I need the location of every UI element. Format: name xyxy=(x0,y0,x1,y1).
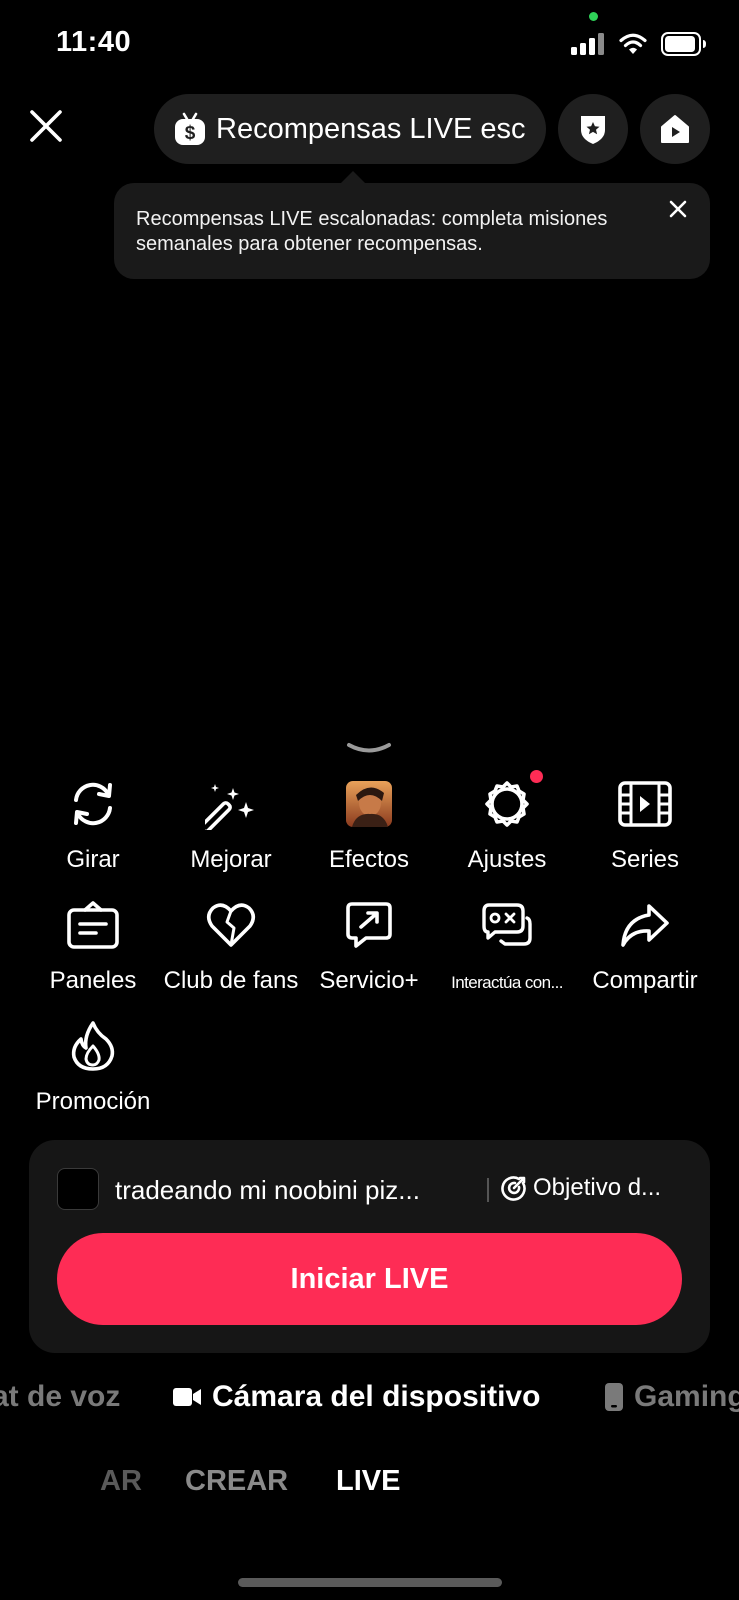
source-tab-label: Cámara del dispositivo xyxy=(212,1380,541,1413)
goal-label: Objetivo d... xyxy=(533,1174,662,1201)
tool-label: Servicio+ xyxy=(319,967,419,994)
tool-interactua[interactable]: Interactúa con... xyxy=(438,897,576,993)
cover-image-button[interactable] xyxy=(57,1168,99,1210)
tool-label: Ajustes xyxy=(467,846,547,873)
dollar-badge-icon: $ xyxy=(175,112,205,145)
tool-promocion[interactable]: Promoción xyxy=(24,1018,162,1116)
tool-paneles[interactable]: Paneles xyxy=(24,897,162,995)
mode-tab-live[interactable]: LIVE xyxy=(336,1465,400,1498)
ranking-button[interactable] xyxy=(558,94,628,164)
home-play-icon xyxy=(661,115,689,143)
tool-girar[interactable]: Girar xyxy=(24,776,162,874)
tool-servicio[interactable]: Servicio+ xyxy=(300,897,438,995)
film-icon xyxy=(617,776,673,832)
game-chat-icon xyxy=(479,897,535,953)
live-setup-panel: tradeando mi noobini piz... Objetivo d..… xyxy=(29,1140,710,1353)
source-tab-device-camera[interactable]: Cámara del dispositivo xyxy=(172,1380,540,1414)
collapse-chevron-icon[interactable] xyxy=(346,742,392,756)
source-tab-gaming[interactable]: Gaming xyxy=(604,1380,739,1414)
tool-label: Series xyxy=(610,846,680,873)
divider xyxy=(487,1178,489,1202)
tool-series[interactable]: Series xyxy=(576,776,714,874)
mode-tab-crear[interactable]: CREAR xyxy=(185,1465,288,1498)
mode-tab-ar[interactable]: AR xyxy=(100,1465,142,1498)
panel-icon xyxy=(65,897,121,953)
heart-icon xyxy=(203,897,259,953)
magic-wand-icon xyxy=(203,776,259,832)
home-indicator[interactable] xyxy=(238,1578,502,1587)
tool-label: Mejorar xyxy=(190,846,272,873)
rewards-pill-label: Recompensas LIVE esc xyxy=(216,112,526,145)
tooltip-close-button[interactable] xyxy=(666,197,690,221)
close-icon xyxy=(669,200,687,218)
status-bar: 11:40 xyxy=(0,0,739,90)
share-arrow-icon xyxy=(617,897,673,953)
tool-club-de-fans[interactable]: Club de fans xyxy=(162,897,300,995)
tool-label: Club de fans xyxy=(163,967,299,994)
rotate-icon xyxy=(65,776,121,832)
signal-icon xyxy=(571,33,604,55)
live-title-input[interactable]: tradeando mi noobini piz... xyxy=(115,1175,420,1206)
tool-label: Promoción xyxy=(35,1088,151,1115)
notification-dot xyxy=(530,770,543,783)
source-tab-label: at de voz xyxy=(0,1380,121,1413)
tool-label: Interactúa con... xyxy=(451,973,563,992)
battery-icon xyxy=(661,32,706,56)
rewards-pill-button[interactable]: $ Recompensas LIVE esc xyxy=(154,94,546,164)
tool-label: Compartir xyxy=(592,967,698,994)
wifi-icon xyxy=(619,33,647,54)
source-tab-voice-chat[interactable]: at de voz xyxy=(0,1380,120,1414)
phone-icon xyxy=(605,1383,623,1411)
share-box-icon xyxy=(341,897,397,953)
tool-label: Paneles xyxy=(49,967,137,994)
flame-icon xyxy=(65,1018,121,1074)
privacy-indicator-dot xyxy=(589,12,598,21)
tool-compartir[interactable]: Compartir xyxy=(576,897,714,995)
target-icon xyxy=(501,1176,526,1201)
status-time: 11:40 xyxy=(56,26,132,58)
close-icon xyxy=(30,110,62,142)
tool-ajustes[interactable]: Ajustes xyxy=(438,770,576,874)
shield-star-icon xyxy=(581,116,605,144)
tool-efectos[interactable]: Efectos xyxy=(300,776,438,874)
status-icons xyxy=(571,32,707,56)
source-tab-label: Gaming xyxy=(634,1380,739,1413)
goal-button[interactable]: Objetivo d... xyxy=(501,1174,661,1202)
gear-icon xyxy=(479,776,535,832)
tooltip-text: Recompensas LIVE escalonadas: completa m… xyxy=(136,208,608,255)
effects-thumbnail xyxy=(341,776,397,832)
tool-label: Girar xyxy=(66,846,120,873)
start-live-button[interactable]: Iniciar LIVE xyxy=(57,1233,682,1325)
camera-icon xyxy=(173,1388,201,1406)
tool-mejorar[interactable]: Mejorar xyxy=(162,776,300,874)
rewards-tooltip: Recompensas LIVE escalonadas: completa m… xyxy=(114,183,710,279)
svg-text:$: $ xyxy=(185,123,196,144)
live-home-button[interactable] xyxy=(640,94,710,164)
close-button[interactable] xyxy=(26,106,66,146)
tool-label: Efectos xyxy=(328,846,410,873)
